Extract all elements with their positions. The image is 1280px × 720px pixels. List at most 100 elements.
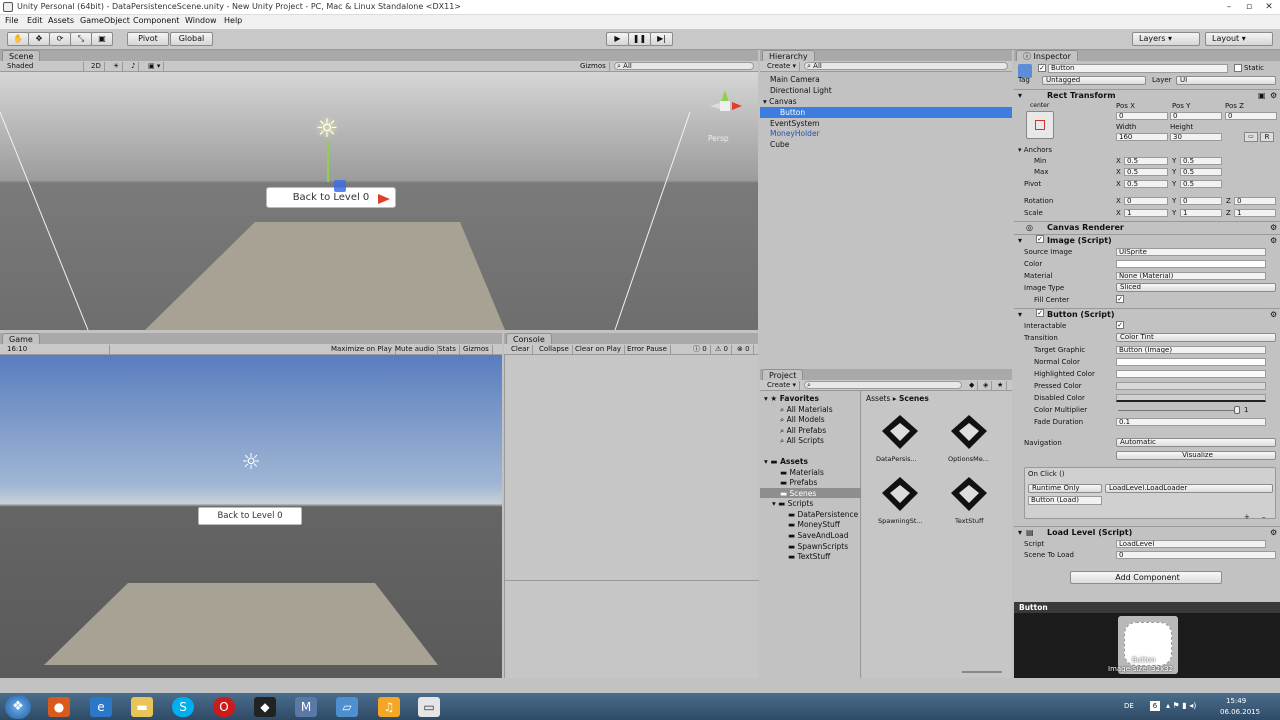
paint-icon[interactable]: ▱ — [336, 697, 358, 717]
media-player-icon[interactable]: ♫ — [378, 697, 400, 717]
add-event-icon[interactable]: + — [1244, 513, 1250, 521]
favorite-icon[interactable]: ★ — [994, 381, 1008, 390]
scene-light-icon[interactable]: ☼ — [312, 114, 342, 144]
menu-edit[interactable]: Edit — [27, 16, 43, 25]
layout-dropdown[interactable]: Layout ▾ — [1205, 32, 1273, 46]
shading-dropdown[interactable]: Shaded — [4, 62, 84, 71]
scene-ui-button[interactable]: Back to Level 0 — [266, 187, 396, 208]
scene-search-input[interactable]: ⌕ All — [614, 62, 754, 70]
breadcrumb-assets[interactable]: Assets — [866, 394, 890, 403]
opera-icon[interactable]: O — [213, 697, 235, 717]
help-icon[interactable]: ▣ — [1258, 90, 1266, 102]
anchor-min-x-input[interactable]: 0.5 — [1124, 157, 1168, 165]
internet-explorer-icon[interactable]: e — [90, 697, 112, 717]
layer-dropdown[interactable]: UI — [1176, 76, 1276, 85]
image-header[interactable]: ▾ ✓ Image (Script) ⚙ — [1014, 234, 1280, 246]
hierarchy-item-canvas[interactable]: ▾ Canvas — [763, 97, 797, 106]
scene-gizmo-x-arrow[interactable] — [378, 194, 390, 204]
pressed-color-field[interactable] — [1116, 382, 1266, 390]
settings-gear-icon[interactable]: ⚙ — [1270, 90, 1277, 102]
rect-transform-header[interactable]: ▾ Rect Transform ▣ ⚙ — [1014, 89, 1280, 101]
project-search-input[interactable]: ⌕ — [804, 381, 962, 389]
hierarchy-create-dropdown[interactable]: Create ▾ — [764, 62, 801, 71]
favorite-all-scripts[interactable]: ⌕ All Scripts — [780, 436, 824, 446]
step-button[interactable]: ▶| — [650, 32, 673, 46]
disabled-color-field[interactable] — [1116, 394, 1266, 402]
height-input[interactable]: 30 — [1170, 133, 1222, 141]
menu-assets[interactable]: Assets — [48, 16, 74, 25]
folder-spawnscripts[interactable]: ▬ SpawnScripts — [788, 542, 848, 551]
console-collapse-toggle[interactable]: Collapse — [536, 345, 573, 354]
scene-to-load-input[interactable]: 0 — [1116, 551, 1276, 559]
window-app-icon[interactable]: ▭ — [418, 697, 440, 717]
breadcrumb-scenes[interactable]: Scenes — [899, 394, 929, 403]
folder-datapersistence[interactable]: ▬ DataPersistence — [788, 510, 858, 519]
monodevelop-icon[interactable]: M — [295, 697, 317, 717]
hierarchy-item-button[interactable]: Button — [780, 108, 805, 117]
aspect-dropdown[interactable]: 16:10 — [4, 345, 110, 354]
notification-badge[interactable]: 6 — [1150, 701, 1160, 711]
filter-label-icon[interactable]: ◈ — [980, 381, 993, 390]
scene-asset-datapersistence[interactable] — [880, 413, 920, 451]
preview-header[interactable]: Button — [1014, 602, 1280, 613]
effects-toggle-icon[interactable]: ▣ ▾ — [145, 62, 165, 71]
close-icon[interactable]: ✕ — [1262, 2, 1276, 13]
console-clear-on-play-toggle[interactable]: Clear on Play — [572, 345, 626, 354]
folder-prefabs[interactable]: ▬ Prefabs — [780, 478, 817, 487]
pivot-toggle[interactable]: Pivot — [127, 32, 169, 46]
rotation-x-input[interactable]: 0 — [1124, 197, 1168, 205]
fade-duration-input[interactable]: 0.1 — [1116, 418, 1266, 426]
mode-2d-toggle[interactable]: 2D — [88, 62, 105, 71]
skype-icon[interactable]: S — [172, 697, 194, 717]
hierarchy-item-directional-light[interactable]: Directional Light — [770, 86, 832, 95]
anchor-min-y-input[interactable]: 0.5 — [1180, 157, 1222, 165]
menu-help[interactable]: Help — [224, 16, 242, 25]
assets-header[interactable]: ▾ ▬ Assets — [764, 457, 808, 466]
settings-gear-icon[interactable]: ⚙ — [1270, 309, 1277, 321]
material-field[interactable]: None (Material) — [1116, 272, 1266, 280]
loadlevel-header[interactable]: ▾ ▤ Load Level (Script) ⚙ — [1014, 526, 1280, 538]
function-dropdown[interactable]: LoadLevel.LoadLoader — [1105, 484, 1273, 493]
settings-gear-icon[interactable]: ⚙ — [1270, 527, 1277, 539]
anchor-max-y-input[interactable]: 0.5 — [1180, 168, 1222, 176]
unity-taskbar-icon[interactable]: ◆ — [254, 697, 276, 717]
persp-label[interactable]: Persp — [708, 134, 729, 143]
game-view[interactable]: ☼ Back to Level 0 — [0, 355, 502, 678]
color-multiplier-value[interactable]: 1 — [1244, 406, 1248, 414]
folder-scripts[interactable]: ▾ ▬ Scripts — [772, 499, 813, 508]
maximize-on-play-toggle[interactable]: Maximize on Play — [328, 345, 396, 354]
posy-input[interactable]: 0 — [1170, 112, 1222, 120]
console-clear-button[interactable]: Clear — [508, 345, 534, 354]
favorites-header[interactable]: ▾ ★ Favorites — [764, 394, 819, 403]
menu-component[interactable]: Component — [133, 16, 179, 25]
transition-dropdown[interactable]: Color Tint — [1116, 333, 1276, 342]
console-error-pause-toggle[interactable]: Error Pause — [624, 345, 671, 354]
icon-size-slider[interactable] — [962, 671, 1002, 673]
remove-event-icon[interactable]: – — [1262, 513, 1266, 521]
interactable-checkbox[interactable]: ✓ — [1116, 321, 1124, 329]
color-multiplier-thumb[interactable] — [1234, 406, 1240, 414]
target-graphic-field[interactable]: Button (Image) — [1116, 346, 1266, 354]
scene-gizmo-handle[interactable] — [334, 180, 346, 192]
source-image-field[interactable]: UISprite — [1116, 248, 1266, 256]
scene-orientation-gizmo[interactable] — [706, 86, 744, 126]
button-header[interactable]: ▾ ✓ Button (Script) ⚙ — [1014, 308, 1280, 320]
posx-input[interactable]: 0 — [1116, 112, 1168, 120]
clock-time[interactable]: 15:49 — [1226, 697, 1246, 705]
firefox-icon[interactable]: ● — [48, 697, 70, 717]
image-type-dropdown[interactable]: Sliced — [1116, 283, 1276, 292]
settings-gear-icon[interactable]: ⚙ — [1270, 235, 1277, 247]
mute-audio-toggle[interactable]: Mute audio — [392, 345, 439, 354]
console-log-count[interactable]: ⓘ 0 — [690, 345, 711, 354]
gameobject-active-checkbox[interactable]: ✓ — [1038, 64, 1046, 72]
button-enabled-checkbox[interactable]: ✓ — [1036, 309, 1044, 317]
hierarchy-item-moneyholder[interactable]: MoneyHolder — [770, 129, 820, 138]
game-ui-button[interactable]: Back to Level 0 — [198, 507, 302, 525]
scene-gizmo-y-axis[interactable] — [327, 142, 329, 182]
posz-input[interactable]: 0 — [1225, 112, 1277, 120]
normal-color-field[interactable] — [1116, 358, 1266, 366]
anchors-foldout[interactable]: ▾ Anchors — [1018, 146, 1052, 154]
stats-toggle[interactable]: Stats — [435, 345, 460, 354]
canvas-renderer-header[interactable]: ◎ Canvas Renderer ⚙ — [1014, 221, 1280, 233]
pivot-y-input[interactable]: 0.5 — [1180, 180, 1222, 188]
